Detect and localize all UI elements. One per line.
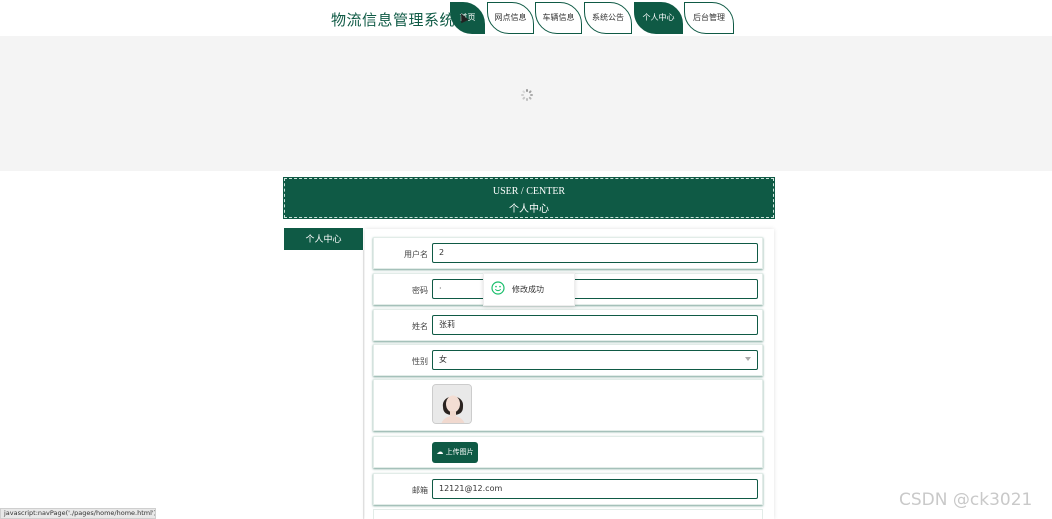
username-label: 用户名 (404, 250, 428, 259)
chevron-down-icon (745, 357, 751, 361)
password-label: 密码 (412, 286, 428, 295)
gender-select-value: 女 (439, 355, 447, 364)
toast-message: 修改成功 (512, 285, 544, 294)
name-input[interactable]: 张莉 (432, 315, 758, 335)
loading-spinner-icon (521, 89, 533, 101)
upload-image-button[interactable]: ☁ 上传图片 (432, 442, 478, 463)
gender-select[interactable]: 女 (432, 350, 758, 370)
form-row-username: 用户名 2 (373, 237, 763, 269)
form-row-name: 姓名 张莉 (373, 309, 763, 341)
username-input[interactable]: 2 (432, 243, 758, 263)
section-header: USER / CENTER 个人中心 (283, 177, 775, 219)
form-row-gender: 性别 女 (373, 344, 763, 376)
browser-status-bar: javascript:navPage('./pages/home/home.ht… (0, 508, 156, 519)
form-row-email: 邮箱 12121@12.com (373, 473, 763, 505)
email-input[interactable]: 12121@12.com (432, 479, 758, 499)
nav-tab-user-center[interactable]: 个人中心 (634, 2, 683, 34)
nav-tab-vehicles[interactable]: 车辆信息 (535, 2, 582, 34)
nav-tab-announcements[interactable]: 系统公告 (584, 2, 632, 34)
name-label: 姓名 (412, 322, 428, 331)
smile-icon (491, 281, 505, 295)
upload-button-label: 上传图片 (445, 448, 474, 456)
nav-tab-admin[interactable]: 后台管理 (684, 2, 734, 34)
form-row-avatar (373, 379, 763, 431)
password-input[interactable]: · (432, 279, 758, 299)
email-label: 邮箱 (412, 486, 428, 495)
avatar-image[interactable] (432, 384, 472, 424)
csdn-watermark: CSDN @ck3021 (899, 490, 1033, 510)
side-menu-panel (284, 250, 364, 519)
gender-label: 性别 (412, 357, 428, 366)
top-navbar: 物流信息管理系统 首页 网点信息 车辆信息 系统公告 个人中心 后台管理 (0, 0, 1052, 36)
form-row-next (373, 509, 763, 519)
nav-tab-outlets[interactable]: 网点信息 (487, 2, 534, 34)
cloud-upload-icon: ☁ (436, 448, 444, 456)
form-row-upload: ☁ 上传图片 (373, 436, 763, 468)
section-title-cn: 个人中心 (509, 204, 549, 215)
section-title-en: USER / CENTER (492, 186, 566, 197)
banner-area (0, 36, 1052, 171)
success-toast: 修改成功 (483, 273, 575, 306)
side-menu-item-user-center[interactable]: 个人中心 (284, 228, 363, 250)
site-brand: 物流信息管理系统 (331, 11, 456, 29)
